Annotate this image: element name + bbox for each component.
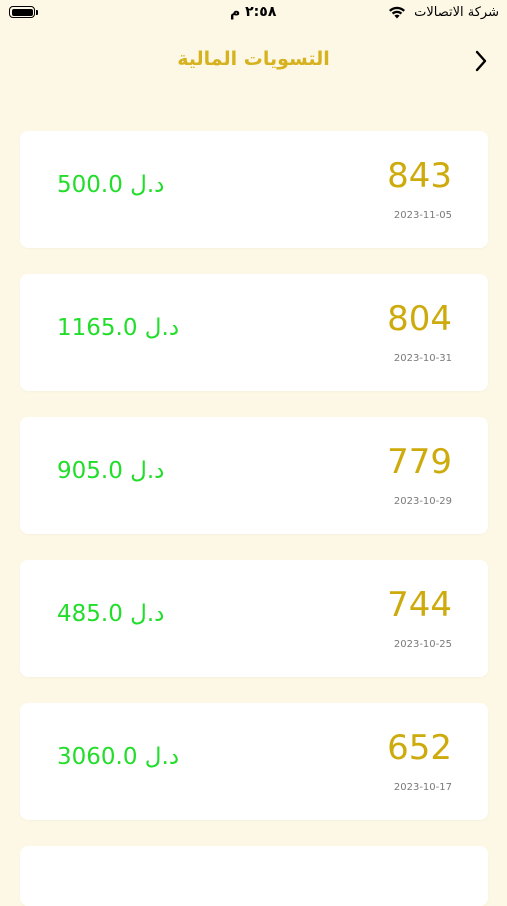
battery-icon xyxy=(9,6,35,18)
settlements-list: 843 2023-11-05 500.0 د.ل 804 2023-10-31 … xyxy=(20,131,488,906)
settlement-amount: 1165.0 د.ل xyxy=(57,315,180,341)
settlement-date: 2023-11-05 xyxy=(393,210,452,221)
page-title: التسويات المالية xyxy=(177,48,330,70)
navigation-bar: التسويات المالية xyxy=(0,40,507,84)
settlement-number: 779 xyxy=(387,442,452,482)
settlement-card[interactable]: 652 2023-10-17 3060.0 د.ل xyxy=(20,703,488,820)
status-bar: ٢:٥٨ م شركة الاتصالات xyxy=(0,0,507,32)
chevron-right-icon xyxy=(475,50,487,72)
settlement-date: 2023-10-25 xyxy=(393,639,452,650)
settlement-card-partial[interactable] xyxy=(20,846,488,906)
settlement-amount: 3060.0 د.ل xyxy=(57,744,180,770)
settlement-amount: 905.0 د.ل xyxy=(57,458,165,484)
wifi-icon xyxy=(389,6,405,19)
settlement-card[interactable]: 744 2023-10-25 485.0 د.ل xyxy=(20,560,488,677)
settlement-amount: 500.0 د.ل xyxy=(57,172,165,198)
settlement-card[interactable]: 804 2023-10-31 1165.0 د.ل xyxy=(20,274,488,391)
settlement-number: 652 xyxy=(387,728,452,768)
settlement-number: 804 xyxy=(387,299,452,339)
settlement-number: 843 xyxy=(387,156,452,196)
settlement-card[interactable]: 779 2023-10-29 905.0 د.ل xyxy=(20,417,488,534)
battery-cap xyxy=(36,10,38,15)
carrier-name: شركة الاتصالات xyxy=(414,5,499,20)
settlement-date: 2023-10-29 xyxy=(393,496,452,507)
back-button[interactable] xyxy=(469,46,493,76)
settlement-number: 744 xyxy=(387,585,452,625)
settlement-date: 2023-10-17 xyxy=(393,782,452,793)
settlement-date: 2023-10-31 xyxy=(393,353,452,364)
battery-fill xyxy=(11,8,33,16)
settlement-amount: 485.0 د.ل xyxy=(57,601,165,627)
settlement-card[interactable]: 843 2023-11-05 500.0 د.ل xyxy=(20,131,488,248)
status-time: ٢:٥٨ م xyxy=(230,4,277,20)
